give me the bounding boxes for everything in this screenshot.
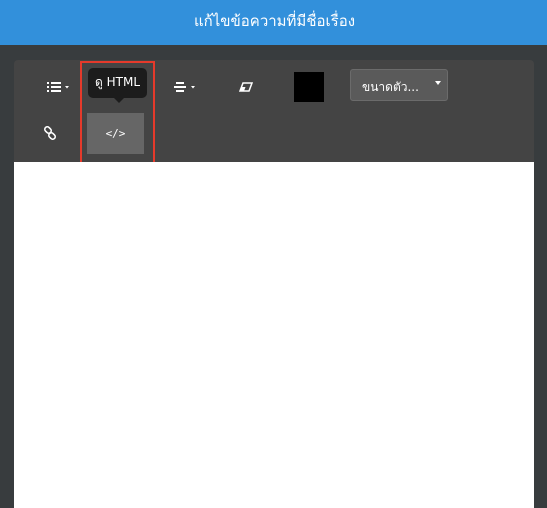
rich-text-editor: ขนาดตัว... </> ดู HTML (14, 60, 534, 508)
link-button[interactable] (38, 122, 62, 144)
text-color-swatch[interactable] (294, 72, 324, 102)
dialog-header: แก้ไขข้อความที่มีชื่อเรื่อง (0, 0, 547, 45)
list-button[interactable] (40, 76, 74, 98)
clear-format-button[interactable] (231, 76, 261, 98)
font-size-label: ขนาดตัว... (362, 80, 419, 94)
code-icon: </> (105, 127, 126, 140)
chevron-down-icon (435, 81, 441, 85)
tooltip-label: ดู HTML (95, 74, 140, 89)
align-button[interactable] (167, 76, 201, 98)
align-center-icon (174, 82, 195, 92)
font-size-dropdown[interactable]: ขนาดตัว... (350, 69, 448, 101)
tooltip: ดู HTML (88, 68, 147, 103)
list-icon (47, 82, 69, 92)
editor-toolbar: ขนาดตัว... </> ดู HTML (14, 60, 534, 164)
eraser-icon (238, 82, 254, 92)
tooltip-arrow (114, 98, 124, 103)
editor-content-area[interactable] (14, 162, 534, 508)
dialog-title: แก้ไขข้อความที่มีชื่อเรื่อง (193, 11, 356, 30)
link-icon (43, 126, 57, 140)
code-view-button[interactable]: </> (87, 113, 144, 154)
